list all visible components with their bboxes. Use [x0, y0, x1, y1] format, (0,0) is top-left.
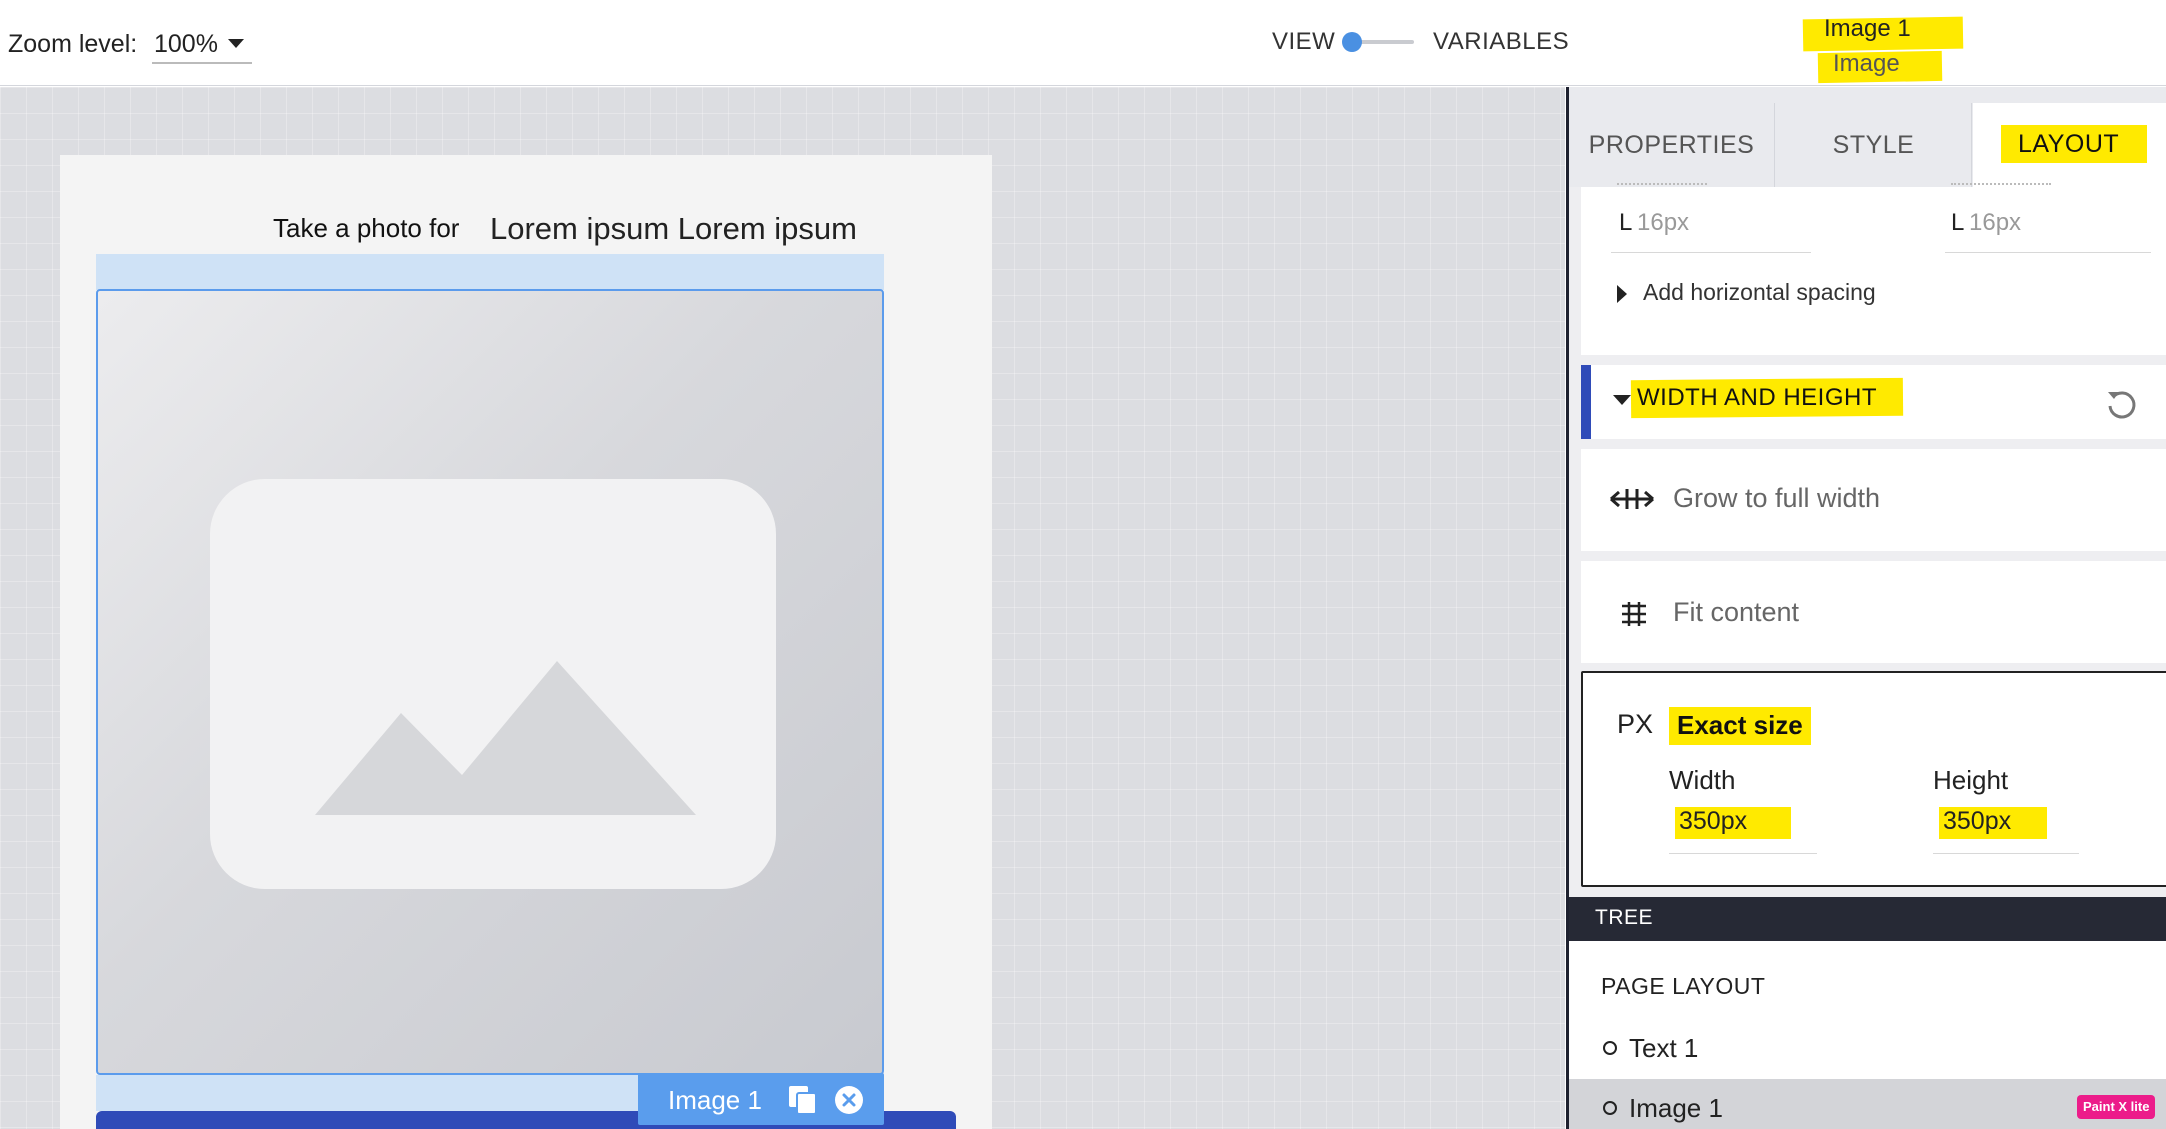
caret-down-icon	[1613, 395, 1631, 405]
tree-header-label: TREE	[1595, 906, 1654, 929]
page-layout-label: PAGE LAYOUT	[1601, 973, 1766, 999]
zoom-value: 100%	[154, 30, 218, 58]
input-underline	[1933, 853, 2079, 854]
tree-item-label: Text 1	[1629, 1033, 1699, 1063]
image-1-placeholder[interactable]	[96, 289, 884, 1075]
reset-icon[interactable]	[2105, 387, 2139, 421]
selection-label: Image 1	[668, 1085, 762, 1115]
zoom-label: Zoom level:	[8, 30, 138, 58]
tree-item-label: Image 1	[1629, 1093, 1723, 1123]
width-height-header[interactable]: WIDTH AND HEIGHT	[1581, 365, 2166, 439]
input-underline	[1669, 853, 1817, 854]
selection-margin-top	[96, 254, 884, 290]
spacing-card: L 16px L 16px Add horizontal spacing	[1581, 183, 2166, 355]
duplicate-icon[interactable]	[786, 1083, 820, 1117]
view-label: VIEW	[1272, 28, 1336, 55]
top-bar: Zoom level: 100% VIEW VARIABLES Image 1 …	[0, 0, 2166, 86]
tree-header: TREE	[1569, 897, 2166, 941]
grow-full-width-option[interactable]: Grow to full width	[1581, 449, 2166, 551]
close-icon[interactable]	[834, 1085, 864, 1115]
spacing-right-input[interactable]: 16px	[1969, 209, 2021, 237]
input-underline	[1945, 252, 2151, 253]
image-placeholder-icon	[210, 479, 776, 889]
grow-width-icon	[1610, 489, 1654, 509]
tab-layout-label: LAYOUT	[2018, 130, 2120, 158]
selected-element-name: Image 1	[1824, 15, 1911, 42]
tree-node-icon	[1603, 1041, 1617, 1055]
toggle-knob	[1342, 32, 1362, 52]
width-height-title: WIDTH AND HEIGHT	[1637, 384, 1877, 411]
caret-right-icon	[1617, 285, 1627, 303]
exact-size-option[interactable]: PX Exact size Width 350px Height 350px	[1581, 671, 2166, 887]
properties-panel: PROPERTIES STYLE LAYOUT L 16px L 16px Ad…	[1566, 87, 2166, 1129]
add-horizontal-spacing[interactable]: Add horizontal spacing	[1643, 279, 1876, 306]
spacing-left-prefix: L	[1619, 209, 1633, 236]
watermark-badge: Paint X lite	[2077, 1095, 2156, 1119]
selection-toolbar: Image 1	[638, 1073, 884, 1125]
spacing-left-input[interactable]: 16px	[1637, 209, 1689, 237]
spacing-right-prefix: L	[1951, 209, 1965, 236]
exact-size-label: Exact size	[1677, 710, 1803, 740]
view-variables-toggle[interactable]	[1342, 30, 1416, 54]
fit-content-icon	[1622, 602, 1646, 626]
tab-layout[interactable]: LAYOUT	[1973, 103, 2166, 189]
cropped-label	[1951, 183, 2051, 191]
chevron-down-icon	[228, 39, 244, 48]
input-underline	[1611, 252, 1811, 253]
tree-node-icon	[1603, 1101, 1617, 1115]
tab-properties[interactable]: PROPERTIES	[1569, 103, 1775, 187]
fit-content-option[interactable]: Fit content	[1581, 561, 2166, 663]
tree-item-image-1[interactable]: Image 1 Paint X lite	[1569, 1079, 2166, 1129]
cropped-label	[1617, 183, 1707, 191]
height-label: Height	[1933, 765, 2009, 795]
selected-element-type: Image	[1833, 50, 1900, 77]
unit-label: PX	[1617, 709, 1654, 739]
tree-item-text-1[interactable]: Text 1	[1569, 1023, 2166, 1073]
grow-full-width-label: Grow to full width	[1673, 483, 1881, 513]
tab-style[interactable]: STYLE	[1776, 103, 1972, 187]
zoom-select[interactable]: 100%	[152, 26, 252, 64]
design-canvas[interactable]: Take a photo for Lorem ipsum Lorem ipsum…	[0, 87, 1565, 1129]
height-input[interactable]: 350px	[1943, 807, 2011, 836]
fit-content-label: Fit content	[1673, 597, 1800, 627]
variables-label: VARIABLES	[1433, 28, 1570, 55]
section-accent	[1581, 365, 1591, 439]
text-1-label[interactable]: Take a photo for	[273, 213, 459, 244]
width-input[interactable]: 350px	[1679, 807, 1747, 836]
tree-panel: PAGE LAYOUT Text 1 Image 1 Paint X lite	[1569, 941, 2166, 1129]
page-frame: Take a photo for Lorem ipsum Lorem ipsum…	[60, 155, 992, 1129]
text-1-value[interactable]: Lorem ipsum Lorem ipsum	[490, 211, 857, 247]
width-label: Width	[1669, 765, 1736, 795]
